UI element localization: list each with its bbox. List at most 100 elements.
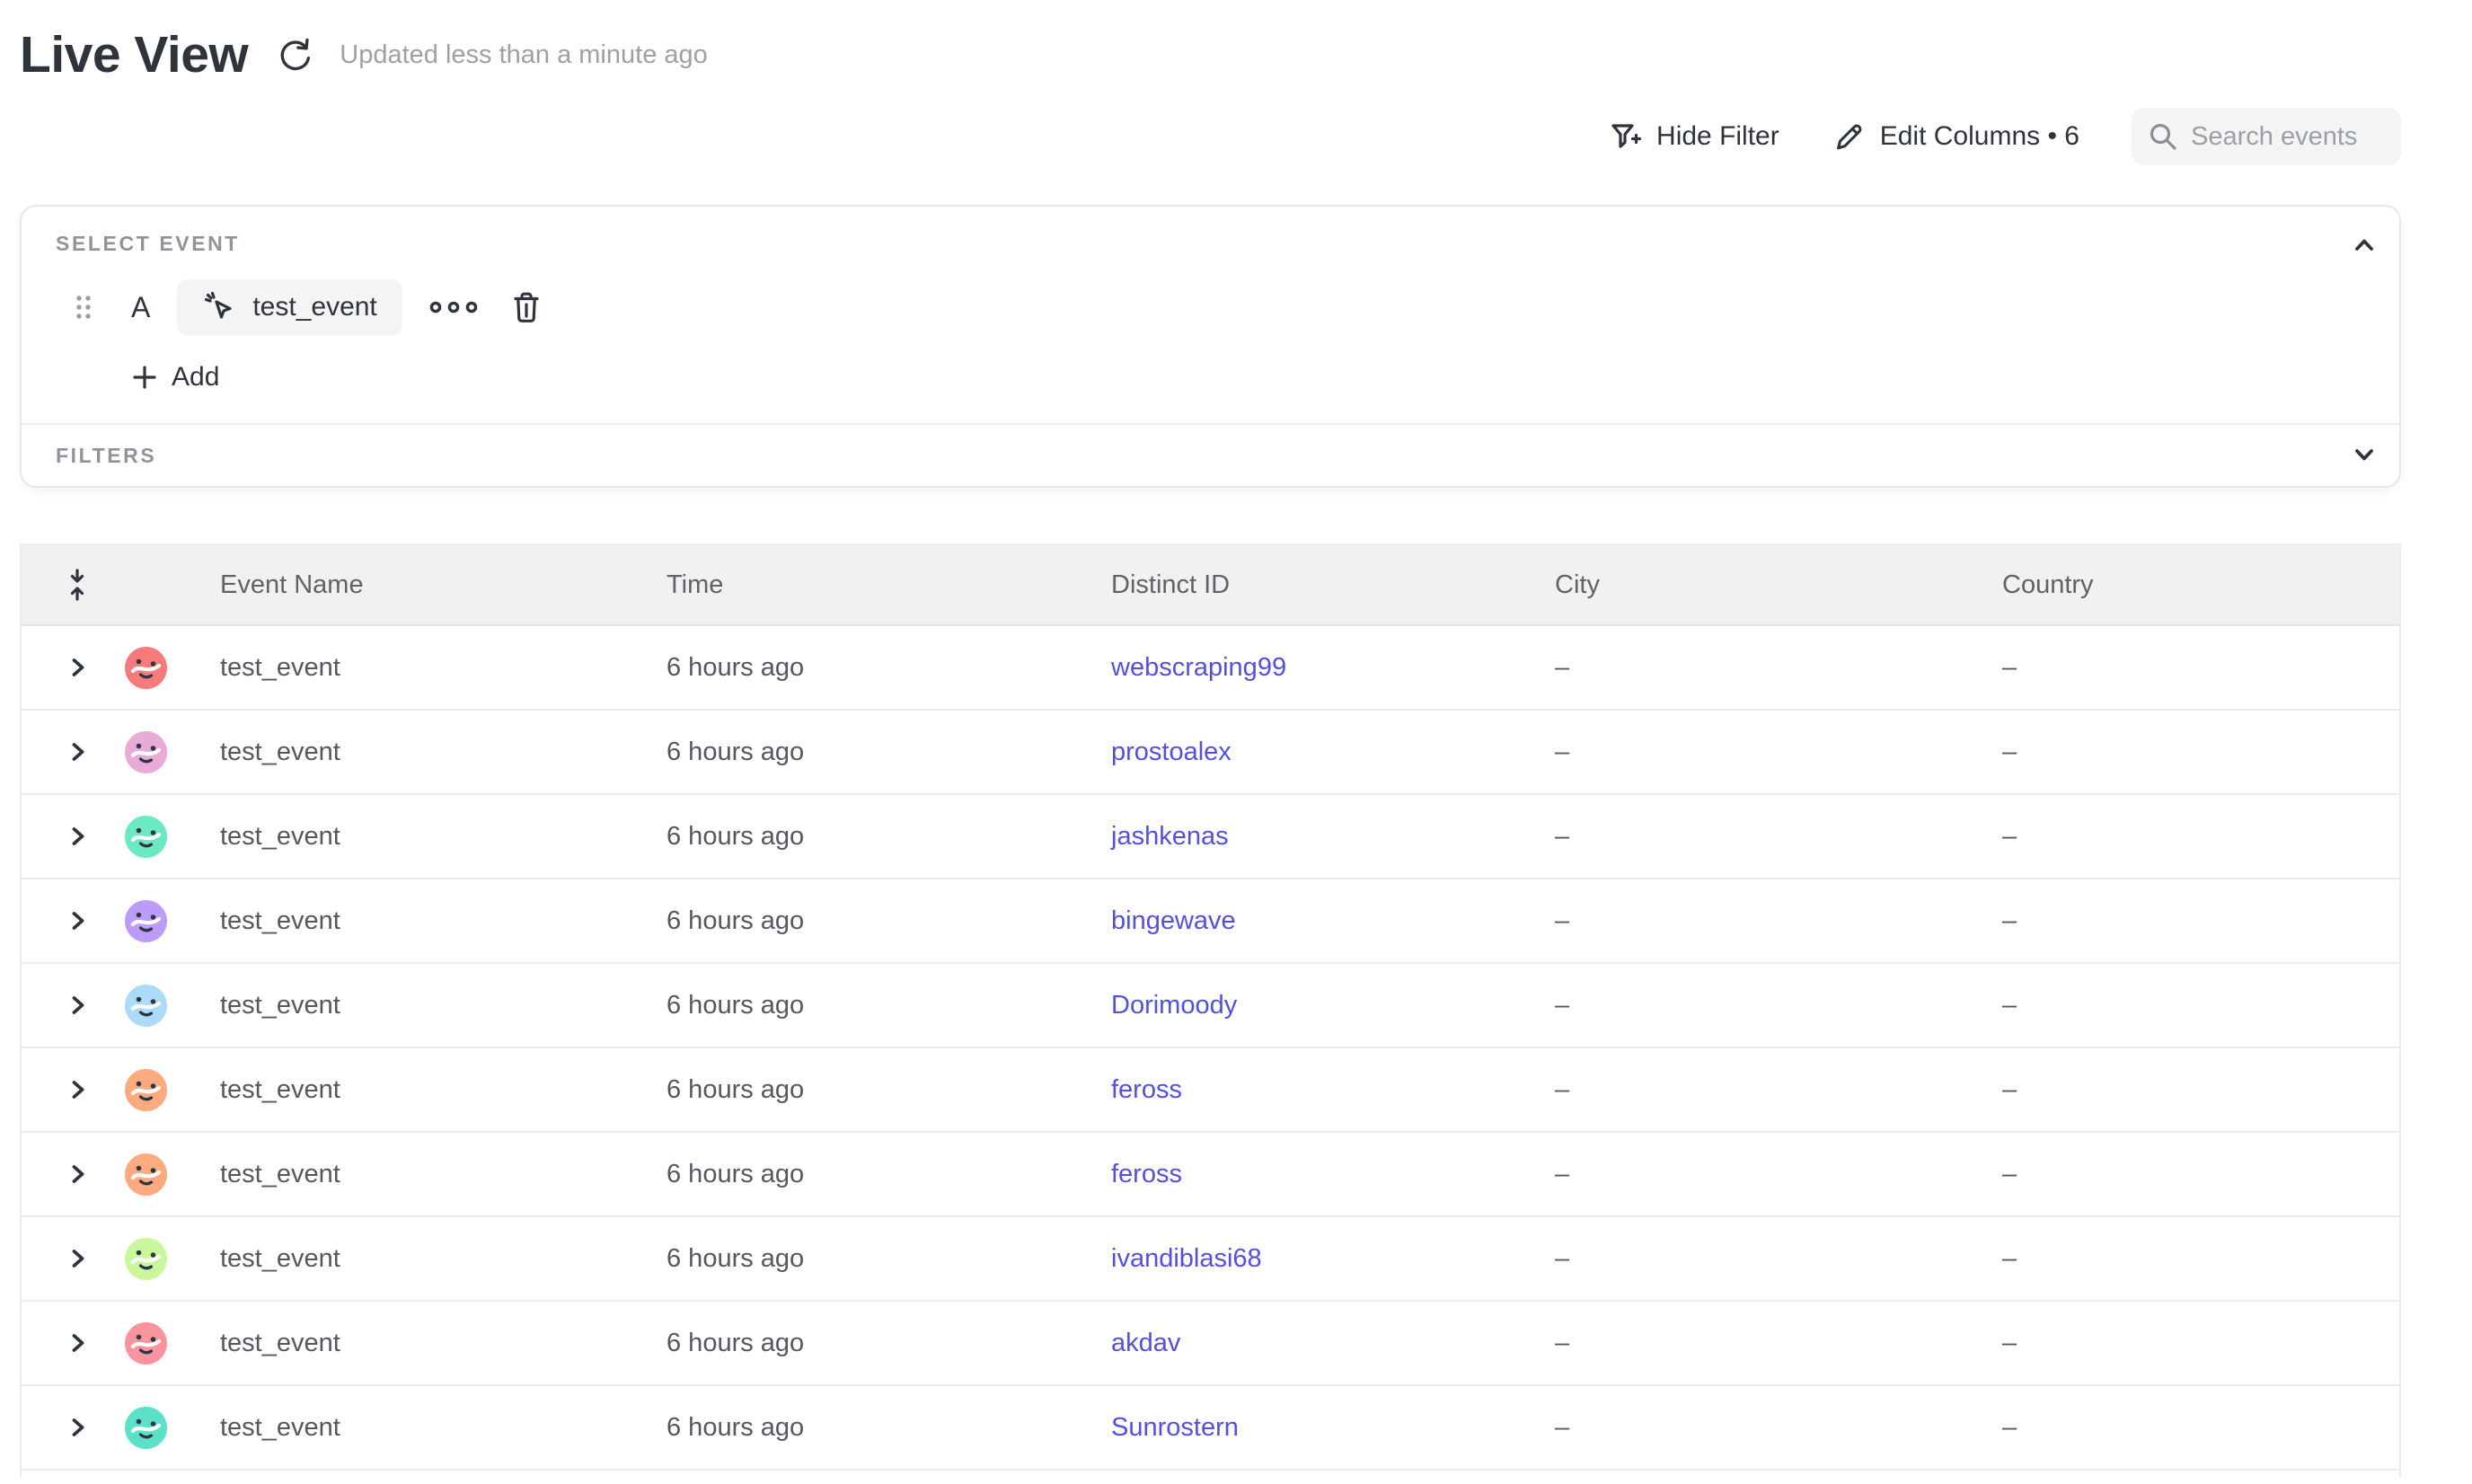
avatar-face-icon — [125, 731, 167, 773]
expand-row-button[interactable] — [65, 993, 90, 1018]
row-country: – — [1985, 991, 2399, 1020]
chevron-right-icon — [65, 1077, 90, 1102]
row-distinct-id[interactable]: ivandiblasi68 — [1111, 1244, 1262, 1273]
avatar-face-icon — [125, 647, 167, 689]
expand-row-button[interactable] — [65, 1162, 90, 1187]
row-event-name: test_event — [203, 1160, 649, 1189]
collapse-rows-button[interactable] — [66, 568, 89, 602]
avatar-face-icon — [125, 816, 167, 858]
expand-row-button[interactable] — [65, 824, 90, 849]
avatar — [125, 1069, 167, 1111]
add-event-button[interactable]: Add — [130, 362, 219, 393]
row-distinct-id[interactable]: Sunrostern — [1111, 1413, 1239, 1442]
hide-filter-button[interactable]: Hide Filter — [1608, 119, 1779, 154]
collapse-select-event-button[interactable] — [2349, 234, 2379, 255]
expand-row-button[interactable] — [65, 655, 90, 680]
row-city: – — [1538, 653, 1985, 683]
updated-status: Updated less than a minute ago — [340, 40, 708, 70]
chevron-down-icon — [2349, 445, 2379, 466]
chevron-right-icon — [65, 908, 90, 933]
expand-row-button[interactable] — [65, 739, 90, 764]
row-city: – — [1538, 1075, 1985, 1105]
row-country: – — [1985, 1329, 2399, 1358]
table-row: test_event 6 hours ago Dorimoody – – — [22, 964, 2399, 1048]
search-icon — [2148, 121, 2178, 152]
search-box[interactable] — [2132, 108, 2401, 165]
row-city: – — [1538, 1413, 1985, 1443]
row-time: 6 hours ago — [649, 1329, 1094, 1358]
more-options-button[interactable] — [428, 299, 480, 315]
row-country: – — [1985, 653, 2399, 683]
expand-row-button[interactable] — [65, 1415, 90, 1440]
column-header-country: Country — [1985, 570, 2399, 600]
table-row: test_event 6 hours ago prostoalex – – — [22, 711, 2399, 795]
more-icon — [428, 299, 480, 315]
plus-icon — [130, 363, 159, 392]
row-distinct-id[interactable]: akdav — [1111, 1329, 1180, 1357]
table-row: test_event 6 hours ago jashkenas – – — [22, 795, 2399, 879]
row-distinct-id[interactable]: webscraping99 — [1111, 653, 1286, 682]
expand-row-button[interactable] — [65, 1077, 90, 1102]
row-country: – — [1985, 822, 2399, 852]
row-country: – — [1985, 1244, 2399, 1274]
edit-columns-button[interactable]: Edit Columns • 6 — [1832, 119, 2079, 154]
refresh-icon — [275, 36, 313, 74]
row-time: 6 hours ago — [649, 653, 1094, 683]
search-input[interactable] — [2191, 122, 2385, 152]
row-city: – — [1538, 906, 1985, 936]
row-distinct-id[interactable]: bingewave — [1111, 906, 1236, 935]
row-city: – — [1538, 1244, 1985, 1274]
row-city: – — [1538, 991, 1985, 1020]
avatar — [125, 900, 167, 942]
add-event-label: Add — [172, 362, 219, 393]
expand-row-button[interactable] — [65, 1246, 90, 1271]
chevron-right-icon — [65, 1415, 90, 1440]
row-city: – — [1538, 1329, 1985, 1358]
row-time: 6 hours ago — [649, 1244, 1094, 1274]
row-country: – — [1985, 1160, 2399, 1189]
row-distinct-id[interactable]: jashkenas — [1111, 822, 1229, 851]
table-row: test_event 6 hours ago bingewave – – — [22, 879, 2399, 964]
table-row: test_event 6 hours ago webscraping99 – – — [22, 626, 2399, 711]
expand-filters-button[interactable] — [2349, 445, 2379, 466]
expand-row-button[interactable] — [65, 1330, 90, 1356]
row-time: 6 hours ago — [649, 738, 1094, 767]
row-distinct-id[interactable]: Dorimoody — [1111, 991, 1237, 1020]
trash-icon — [508, 288, 544, 326]
row-country: – — [1985, 738, 2399, 767]
avatar-face-icon — [125, 900, 167, 942]
chevron-right-icon — [65, 824, 90, 849]
table-row: test_event 6 hours ago Sunrostern – – — [22, 1386, 2399, 1471]
cursor-click-icon — [202, 289, 238, 325]
row-event-name: test_event — [203, 1075, 649, 1105]
edit-columns-label: Edit Columns • 6 — [1880, 121, 2079, 152]
row-country: – — [1985, 1413, 2399, 1443]
column-header-city: City — [1538, 570, 1985, 600]
chevron-right-icon — [65, 739, 90, 764]
event-letter: A — [131, 291, 150, 324]
chevron-up-icon — [2349, 234, 2379, 255]
avatar-face-icon — [125, 1238, 167, 1280]
chevron-right-icon — [65, 1246, 90, 1271]
column-header-event-name: Event Name — [203, 570, 649, 600]
event-chip[interactable]: test_event — [177, 279, 402, 335]
table-row: test_event 6 hours ago akdav – – — [22, 1302, 2399, 1386]
expand-row-button[interactable] — [65, 908, 90, 933]
drag-handle-icon[interactable] — [74, 293, 93, 322]
title-bar: Live View Updated less than a minute ago — [20, 0, 2472, 86]
avatar — [125, 1322, 167, 1365]
table-row: test_event 6 hours ago ivandiblasi68 – – — [22, 1217, 2399, 1302]
chevron-right-icon — [65, 993, 90, 1018]
row-distinct-id[interactable]: feross — [1111, 1075, 1182, 1104]
query-builder-panel: SELECT EVENT A — [20, 205, 2401, 488]
select-event-label: SELECT EVENT — [56, 232, 240, 256]
row-distinct-id[interactable]: prostoalex — [1111, 738, 1232, 766]
filters-label: FILTERS — [56, 444, 156, 468]
row-city: – — [1538, 1160, 1985, 1189]
avatar-face-icon — [125, 985, 167, 1027]
row-distinct-id[interactable]: feross — [1111, 1160, 1182, 1188]
delete-event-button[interactable] — [508, 288, 544, 326]
row-time: 6 hours ago — [649, 822, 1094, 852]
refresh-button[interactable] — [275, 36, 313, 74]
avatar — [125, 816, 167, 858]
